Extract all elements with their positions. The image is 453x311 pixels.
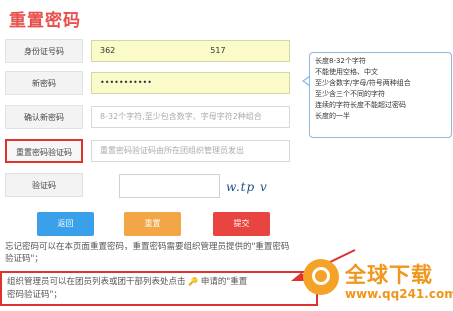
password-rules-tooltip: 长度8-32个字符 不能使用空格、中文 至少含数字/字母/符号两种组合 至少含三… — [309, 52, 452, 138]
watermark-logo-icon — [303, 259, 339, 295]
help-note-2: 组织管理员可以在团员列表或团干部列表处点击 🔑 申请的"重置 密码验证码"； — [0, 271, 318, 306]
new-password-mask: ••••••••••• — [100, 78, 152, 87]
submit-button[interactable]: 提交 — [213, 212, 270, 236]
help-note-2-text-a: 组织管理员可以在团员列表或团干部列表处点击 — [7, 277, 186, 287]
page-title: 重置密码 — [9, 11, 81, 31]
help-note-2-text-b: 申请的"重置 — [200, 277, 248, 287]
watermark-url: www.qq241.com — [345, 287, 453, 301]
help-note-2-text-c: 密码验证码"； — [7, 290, 62, 300]
watermark: 全球下载 www.qq241.com — [295, 255, 453, 311]
captcha-image[interactable]: w.tp v — [226, 176, 268, 198]
rule-line: 至少含三个不同的字符 — [315, 90, 385, 98]
captcha-label: 验证码 — [5, 173, 83, 197]
rule-line: 连续的字符长度不能超过密码 — [315, 101, 406, 109]
confirm-password-placeholder: 8-32个字符,至少包含数字、字母字符2种组合 — [100, 112, 262, 121]
new-password-label: 新密码 — [5, 71, 83, 95]
new-password-input[interactable]: ••••••••••• — [91, 72, 290, 94]
confirm-password-input[interactable]: 8-32个字符,至少包含数字、字母字符2种组合 — [91, 106, 290, 128]
rule-line: 不能使用空格、中文 — [315, 68, 378, 76]
help-note-1: 忘记密码可以在本页面重置密码，重置密码需要组织管理员提供的"重置密码验证码"； — [5, 242, 290, 264]
rule-line: 至少含数字/字母/符号两种组合 — [315, 79, 411, 87]
reset-button[interactable]: 重置 — [124, 212, 181, 236]
confirm-password-label: 确认新密码 — [5, 105, 83, 129]
captcha-input[interactable] — [119, 174, 220, 198]
key-icon: 🔑 — [188, 277, 199, 286]
id-number-input[interactable]: 362 517 — [91, 40, 290, 62]
id-number-label: 身份证号码 — [5, 39, 83, 63]
id-number-prefix: 362 — [100, 46, 116, 55]
id-number-suffix: 517 — [210, 46, 226, 55]
back-button[interactable]: 返回 — [37, 212, 94, 236]
reset-code-placeholder: 重置密码验证码由所在团组织管理员发出 — [100, 146, 244, 155]
rule-line: 长度8-32个字符 — [315, 57, 366, 65]
watermark-name: 全球下载 — [345, 263, 433, 287]
reset-code-label: 重置密码验证码 — [5, 139, 83, 163]
rule-line: 长度的一半 — [315, 112, 350, 120]
reset-code-input[interactable]: 重置密码验证码由所在团组织管理员发出 — [91, 140, 290, 162]
